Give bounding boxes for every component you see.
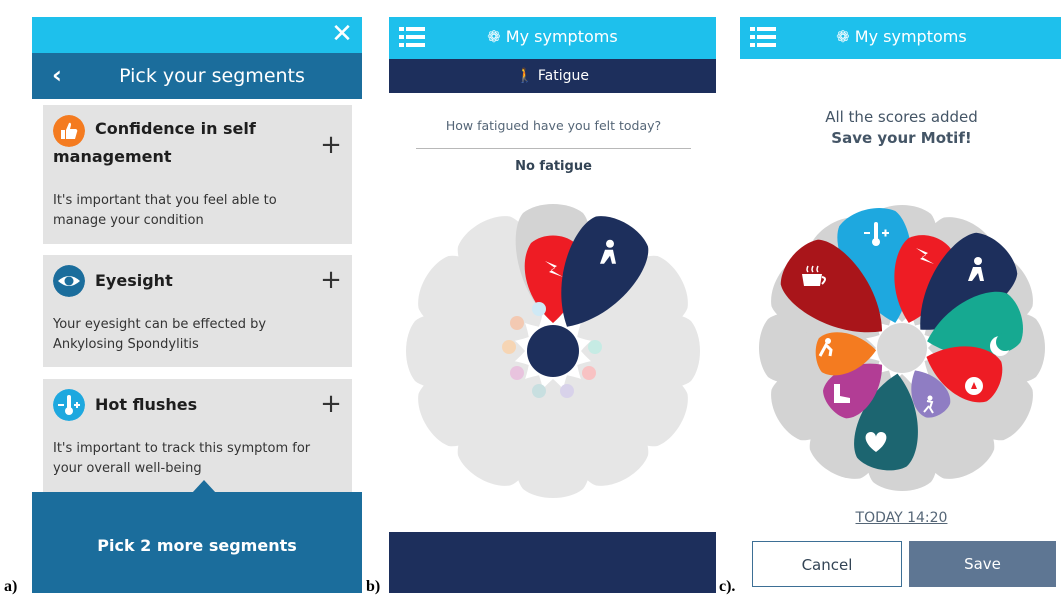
app-title-text: My symptoms <box>854 27 967 46</box>
panel-a-header: ‹ Pick your segments <box>32 53 362 99</box>
head-icon <box>965 377 983 395</box>
add-segment-button[interactable]: + <box>318 132 344 159</box>
save-motif-text: Save your Motif! <box>831 129 972 147</box>
symptom-header: 🚶 Fatigue <box>389 59 716 93</box>
eye-icon <box>53 265 85 297</box>
segment-description-line2: your overall well-being <box>53 461 202 476</box>
flower-center <box>877 323 927 373</box>
page-title: Pick your segments <box>119 65 305 87</box>
panel-c-topbar: ❁ My symptoms <box>740 17 1061 59</box>
segment-description-line1: It's important to track this symptom for <box>53 441 311 456</box>
flower-icon: ❁ <box>487 27 501 46</box>
current-score-label: No fatigue <box>515 159 592 174</box>
segment-description-line1: Your eyesight can be effected by <box>53 317 267 332</box>
footer-notch <box>192 480 216 493</box>
save-button[interactable]: Save <box>909 541 1056 587</box>
segment-description-line2: manage your condition <box>53 213 204 228</box>
panel-b-bottom-bar <box>389 532 716 593</box>
segment-card-hot-flushes[interactable]: Hot flushes + It's important to track th… <box>43 379 352 492</box>
segment-card-eyesight[interactable]: Eyesight + Your eyesight can be effected… <box>43 255 352 367</box>
segment-title-line1: Confidence in self <box>95 119 256 138</box>
panel-a-label: a) <box>4 578 18 595</box>
add-segment-button[interactable]: + <box>318 391 344 418</box>
pick-more-text: Pick 2 more segments <box>97 536 297 555</box>
pick-more-footer[interactable]: Pick 2 more segments <box>32 480 362 593</box>
add-segment-button[interactable]: + <box>318 267 344 294</box>
symptom-question: How fatigued have you felt today? <box>445 118 662 133</box>
symptom-flower-c[interactable] <box>748 198 1056 502</box>
segment-title: Hot flushes <box>95 395 198 414</box>
app-title: ❁ My symptoms <box>389 17 716 57</box>
flower-center <box>527 325 579 377</box>
app-title: ❁ My symptoms <box>740 17 1061 57</box>
panel-b-topbar: ❁ My symptoms <box>389 17 716 59</box>
thermometer-icon <box>53 389 85 421</box>
segment-title: Eyesight <box>95 271 173 290</box>
segment-title-line2: management <box>53 147 172 166</box>
close-icon[interactable]: ✕ <box>328 17 356 51</box>
symptom-title: Fatigue <box>537 68 589 84</box>
segment-card-confidence[interactable]: Confidence in self management + It's imp… <box>43 105 352 244</box>
segment-description-line2: Ankylosing Spondylitis <box>53 337 199 352</box>
panel-a-topbar: ✕ <box>32 17 362 53</box>
divider <box>416 148 691 149</box>
panel-c-label: c). <box>719 578 736 595</box>
flower-icon: ❁ <box>836 27 850 46</box>
segment-description-line1: It's important that you feel able to <box>53 193 277 208</box>
cancel-button[interactable]: Cancel <box>752 541 902 587</box>
scores-added-text: All the scores added <box>825 108 978 126</box>
segment-list[interactable]: Confidence in self management + It's imp… <box>32 99 362 497</box>
app-title-text: My symptoms <box>505 27 618 46</box>
symptom-flower-b[interactable] <box>398 198 708 504</box>
fatigue-icon: 🚶 <box>516 68 534 84</box>
panel-b-label: b) <box>366 578 381 595</box>
date-link[interactable]: TODAY 14:20 <box>740 510 1061 526</box>
